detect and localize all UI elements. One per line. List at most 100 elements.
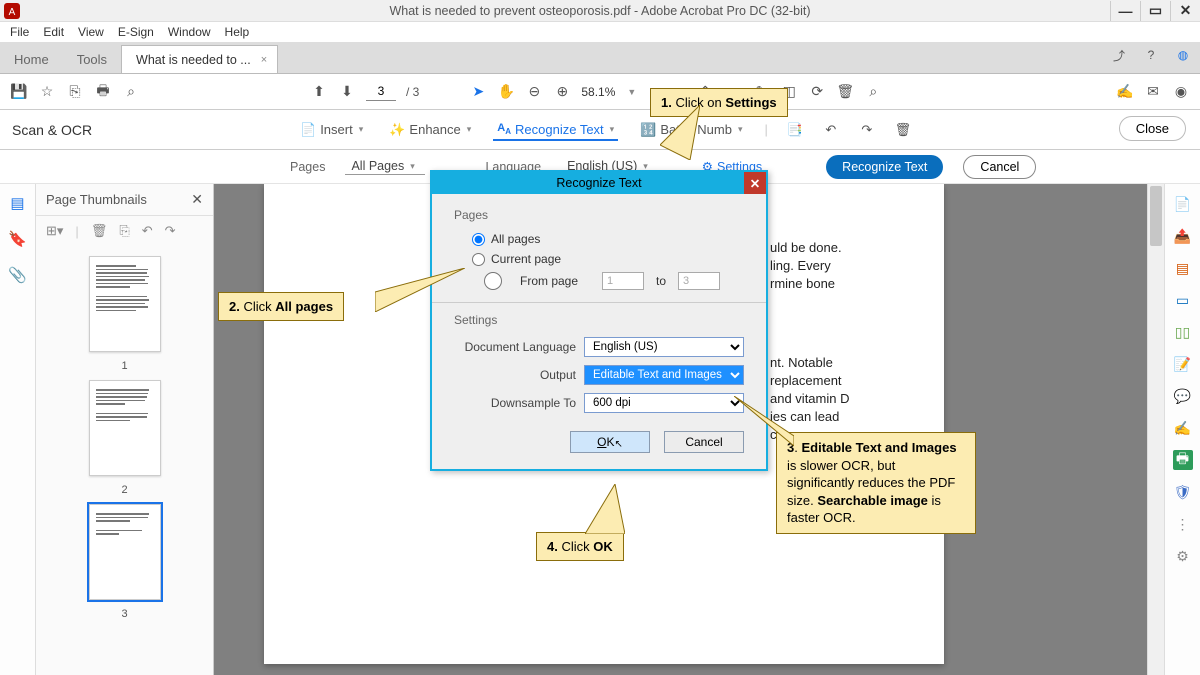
- tab-tools[interactable]: Tools: [63, 44, 121, 73]
- maximize-button[interactable]: ▭: [1140, 1, 1170, 21]
- dialog-cancel-button[interactable]: Cancel: [664, 431, 744, 453]
- tab-close-icon[interactable]: ×: [261, 54, 267, 66]
- page-number-input[interactable]: [366, 83, 396, 101]
- help-icon[interactable]: ?: [1142, 46, 1160, 64]
- scan-ocr-rail-icon[interactable]: 🖶: [1173, 450, 1193, 470]
- recognize-text-dialog: Recognize Text ✕ Pages All pages Current…: [430, 170, 768, 471]
- document-language-select[interactable]: English (US): [584, 337, 744, 357]
- share-icon[interactable]: ⤴: [1110, 46, 1128, 64]
- star-icon[interactable]: ☆: [38, 83, 56, 101]
- insert-menu[interactable]: 📄Insert▾: [296, 118, 367, 142]
- rotate-left-icon[interactable]: ↶: [822, 121, 840, 139]
- signature-icon[interactable]: ✍: [1173, 418, 1193, 438]
- radio-current-page[interactable]: Current page: [472, 252, 744, 266]
- zoom-in-icon[interactable]: ⊕: [553, 83, 571, 101]
- organize-icon[interactable]: ▯▯: [1173, 322, 1193, 342]
- page-thumbnail[interactable]: [89, 256, 161, 352]
- dialog-ok-button[interactable]: OK↖: [570, 431, 650, 453]
- bell-icon[interactable]: ◍: [1174, 46, 1192, 64]
- zoom-out-icon[interactable]: ⊖: [525, 83, 543, 101]
- annotation-2: 2. Click All pages: [218, 292, 344, 321]
- current-page-radio[interactable]: [472, 253, 485, 266]
- thumbnail-number: 2: [121, 484, 127, 496]
- enhance-menu[interactable]: ✨Enhance▾: [385, 118, 475, 142]
- thumb-rot-l-icon[interactable]: ↶: [142, 223, 153, 239]
- radio-all-pages[interactable]: All pages: [472, 232, 744, 246]
- stamp-icon[interactable]: ◉: [1172, 83, 1190, 101]
- tab-home[interactable]: Home: [0, 44, 63, 73]
- recognize-text-menu[interactable]: AARecognize Text▾: [493, 118, 618, 141]
- cancel-recognize-button[interactable]: Cancel: [963, 155, 1036, 179]
- menu-view[interactable]: View: [72, 23, 110, 41]
- menu-edit[interactable]: Edit: [37, 23, 70, 41]
- menu-esign[interactable]: E-Sign: [112, 23, 160, 41]
- delete-icon[interactable]: 🗑: [894, 121, 912, 139]
- menu-help[interactable]: Help: [219, 23, 256, 41]
- close-panel-icon[interactable]: ✕: [191, 191, 203, 208]
- more-icon[interactable]: ⚙: [1173, 546, 1193, 566]
- rotate-icon[interactable]: ⟳: [808, 83, 826, 101]
- edit-pdf-icon[interactable]: ▤: [1173, 258, 1193, 278]
- annotation-4: 4. Click OK: [536, 532, 624, 561]
- close-tool-button[interactable]: Close: [1119, 116, 1186, 141]
- export-pdf-icon[interactable]: 📤: [1173, 226, 1193, 246]
- dialog-title-bar[interactable]: Recognize Text ✕: [432, 172, 766, 194]
- search-icon[interactable]: ⌕: [122, 83, 140, 101]
- menu-file[interactable]: File: [4, 23, 35, 41]
- comment-icon-2[interactable]: 💬: [1173, 386, 1193, 406]
- tab-document[interactable]: What is needed to ... ×: [121, 45, 278, 73]
- trash-icon[interactable]: 🗑: [836, 83, 854, 101]
- link-icon[interactable]: ⎘: [66, 83, 84, 101]
- email-icon[interactable]: ✉: [1144, 83, 1162, 101]
- thumb-grid-icon[interactable]: ⊞▾: [46, 223, 63, 239]
- thumb-extract-icon[interactable]: ⎘: [119, 223, 129, 239]
- zoom-value[interactable]: 58.1%: [581, 85, 615, 99]
- output-select[interactable]: Editable Text and Images: [584, 365, 744, 385]
- print-icon[interactable]: 🖶: [94, 83, 112, 101]
- create-pdf-icon[interactable]: 📄: [1173, 194, 1193, 214]
- downsample-select[interactable]: 600 dpi: [584, 393, 744, 413]
- save-icon[interactable]: 💾: [10, 83, 28, 101]
- chevron-down-icon[interactable]: ▼: [627, 87, 636, 97]
- attachments-rail-icon[interactable]: 📎: [8, 266, 27, 284]
- page-thumbnail-selected[interactable]: [89, 504, 161, 600]
- recognize-text-button[interactable]: Recognize Text: [826, 155, 943, 179]
- rotate-right-icon[interactable]: ↷: [858, 121, 876, 139]
- to-page-input[interactable]: [678, 272, 720, 290]
- annotation-3-pointer: [734, 396, 794, 446]
- hand-tool-icon[interactable]: ✋: [497, 83, 515, 101]
- more-tools-icon[interactable]: ⋮: [1173, 514, 1193, 534]
- close-button[interactable]: ✕: [1170, 1, 1200, 21]
- thumb-rot-r-icon[interactable]: ↷: [165, 223, 176, 239]
- thumbnail-number: 1: [121, 360, 127, 372]
- thumbnails-title: Page Thumbnails: [46, 192, 147, 207]
- sign-icon[interactable]: ✍: [1116, 83, 1134, 101]
- from-page-input[interactable]: [602, 272, 644, 290]
- output-label: Output: [454, 368, 576, 382]
- all-pages-radio[interactable]: [472, 233, 485, 246]
- annotation-2-pointer: [375, 268, 465, 312]
- more-zoom-icon[interactable]: ⌕: [864, 83, 882, 101]
- from-page-radio[interactable]: [472, 272, 514, 290]
- radio-from-page[interactable]: From page to: [472, 272, 744, 290]
- bookmarks-rail-icon[interactable]: 🔖: [8, 230, 27, 248]
- menu-window[interactable]: Window: [162, 23, 217, 41]
- thumbnails-panel: Page Thumbnails ✕ ⊞▾ | 🗑 ⎘ ↶ ↷ 1 2 3: [36, 184, 214, 675]
- thumbnails-rail-icon[interactable]: ▤: [10, 194, 24, 212]
- vertical-scrollbar[interactable]: [1147, 184, 1164, 675]
- page-up-icon[interactable]: ⬆: [310, 83, 328, 101]
- protect-icon[interactable]: 🛡: [1173, 482, 1193, 502]
- dialog-close-button[interactable]: ✕: [744, 172, 766, 194]
- minimize-button[interactable]: —: [1110, 1, 1140, 21]
- page-down-icon[interactable]: ⬇: [338, 83, 356, 101]
- thumb-delete-icon[interactable]: 🗑: [91, 223, 108, 239]
- comment-icon[interactable]: ▭: [1173, 290, 1193, 310]
- add-pages-icon[interactable]: 📑: [786, 121, 804, 139]
- arrow-cursor-icon[interactable]: ➤: [469, 83, 487, 101]
- right-tools-rail: 📄 📤 ▤ ▭ ▯▯ 📝 💬 ✍ 🖶 🛡 ⋮ ⚙: [1164, 184, 1200, 675]
- fill-sign-icon[interactable]: 📝: [1173, 354, 1193, 374]
- window-controls: — ▭ ✕: [1110, 1, 1200, 21]
- page-thumbnail[interactable]: [89, 380, 161, 476]
- pages-dropdown[interactable]: All Pages▾: [345, 158, 425, 175]
- scan-ocr-title: Scan & OCR: [12, 122, 292, 138]
